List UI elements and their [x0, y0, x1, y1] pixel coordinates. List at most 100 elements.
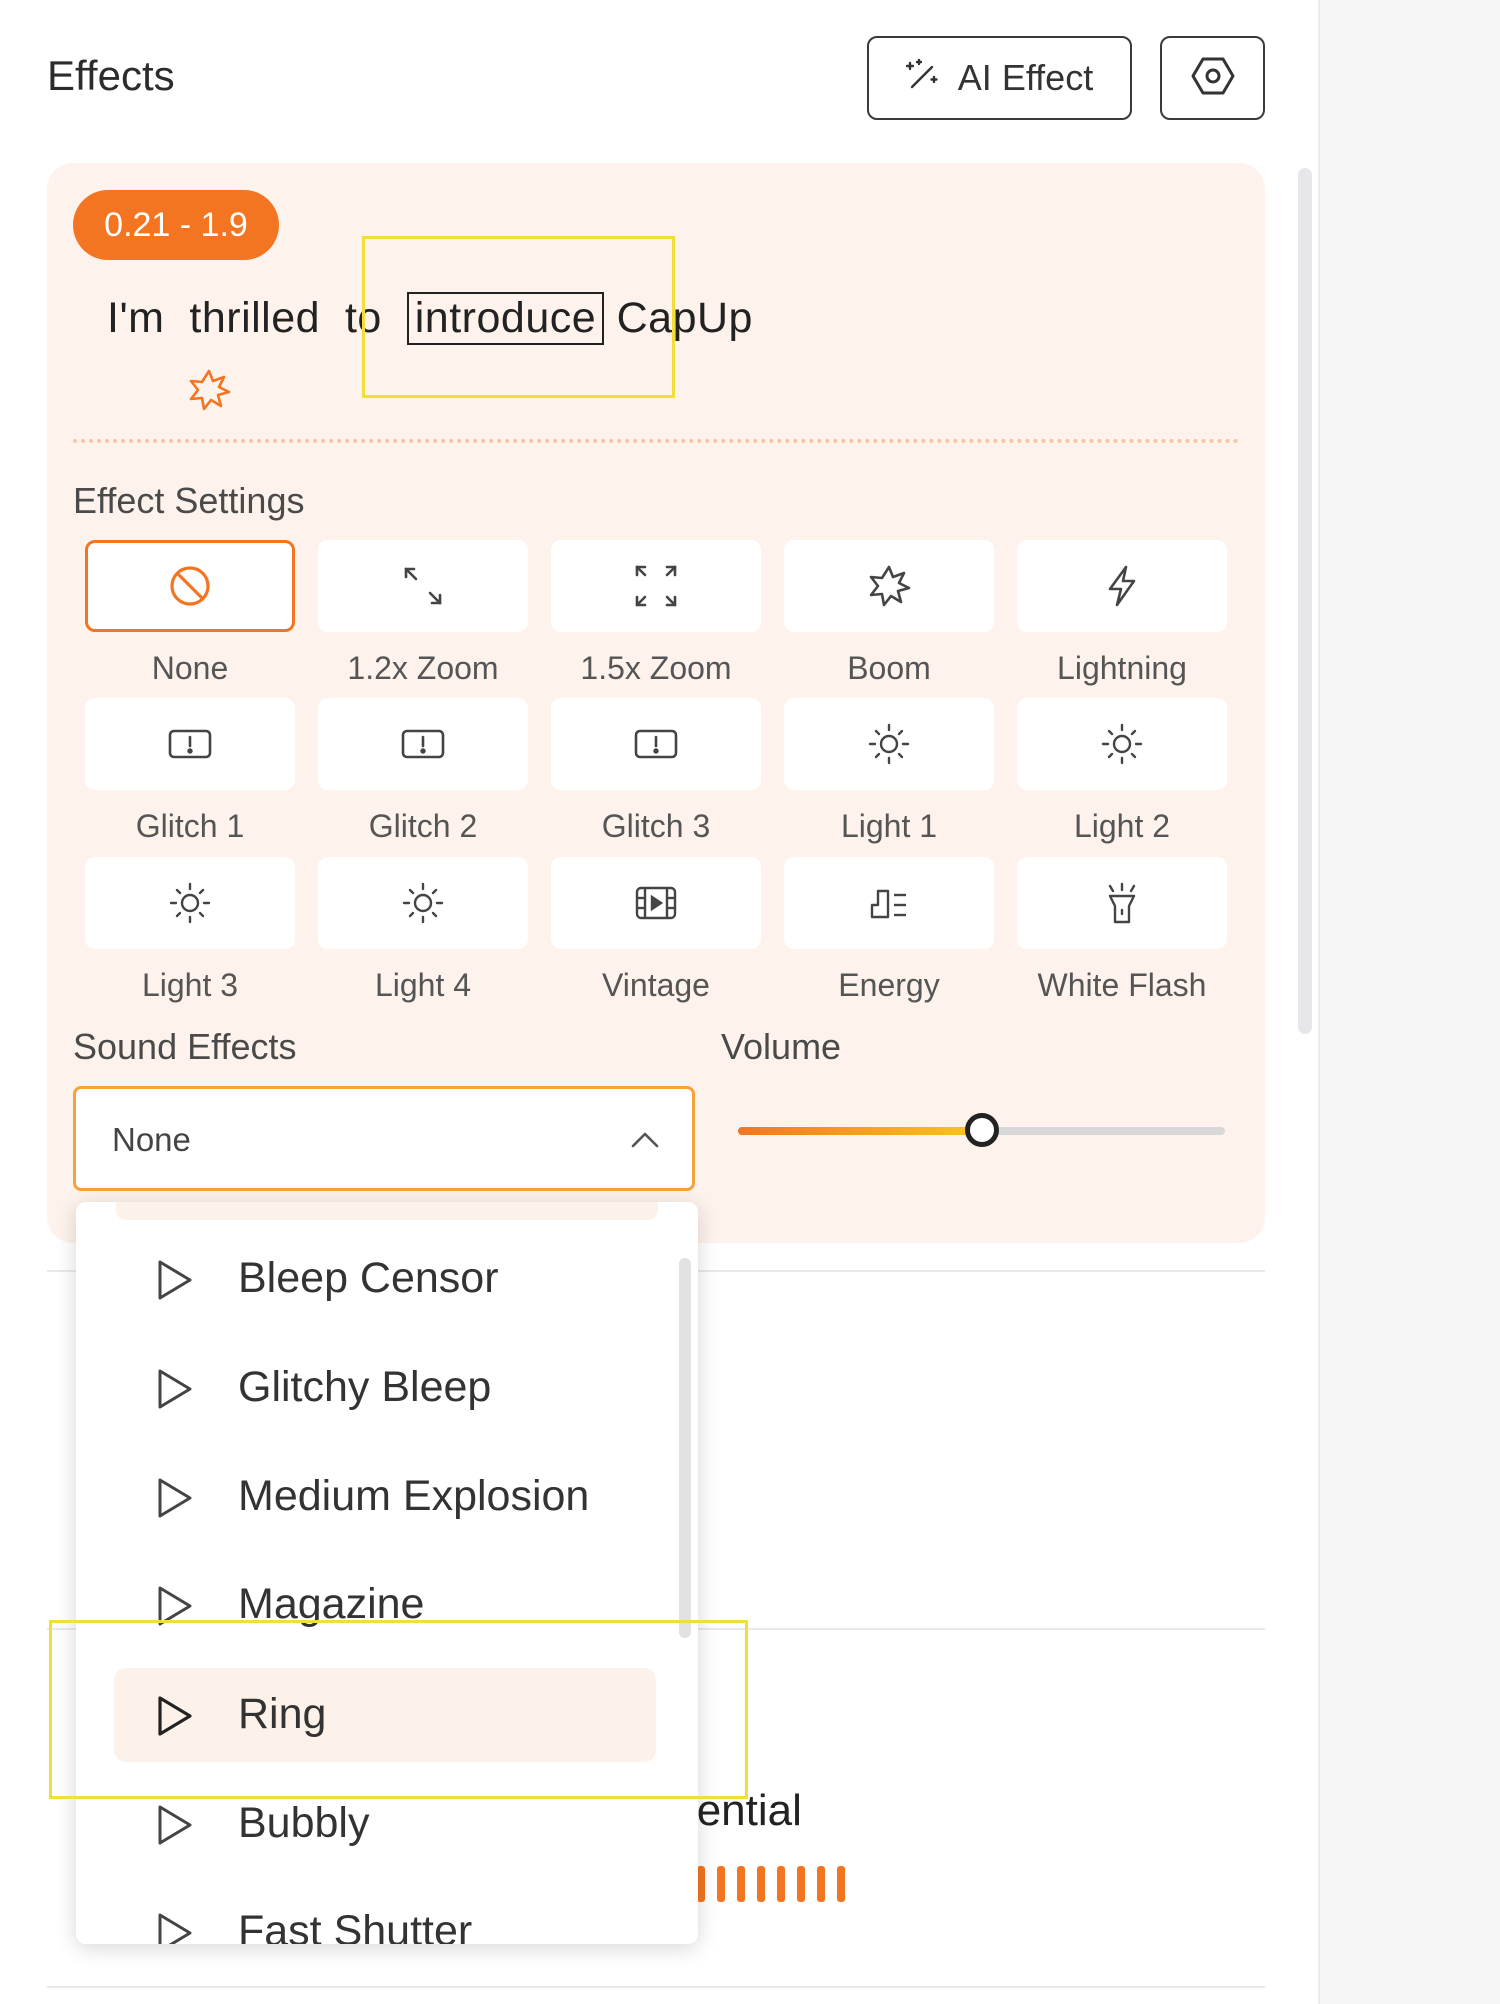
- effect-label: Light 2: [1073, 808, 1171, 844]
- highlight-ring-option: [49, 1620, 748, 1799]
- sound-option[interactable]: Glitchy Bleep: [114, 1341, 656, 1435]
- effect-glitch-3[interactable]: Glitch 3: [551, 698, 761, 845]
- ai-effect-label: AI Effect: [957, 57, 1094, 98]
- zoom-small-icon: [404, 567, 442, 605]
- effect-tile[interactable]: [1017, 857, 1227, 949]
- effect-tile[interactable]: [85, 857, 295, 949]
- effect-tile[interactable]: [551, 698, 761, 790]
- effect-light-3[interactable]: Light 3: [85, 857, 295, 1004]
- effect-lightning[interactable]: Lightning: [1017, 540, 1227, 687]
- sound-option-label: Bubbly: [238, 1799, 370, 1847]
- effect-tile[interactable]: [1017, 540, 1227, 632]
- glitch-icon: [168, 729, 212, 759]
- effect-label: None: [151, 650, 229, 686]
- dropdown-scrollbar[interactable]: [679, 1258, 691, 1638]
- panel-title: Effects: [47, 52, 175, 99]
- settings-button[interactable]: [1160, 36, 1265, 120]
- effect-glitch-1[interactable]: Glitch 1: [85, 698, 295, 845]
- film-icon: [635, 886, 677, 920]
- effect-glitch-2[interactable]: Glitch 2: [318, 698, 528, 845]
- effect-light-1[interactable]: Light 1: [784, 698, 994, 845]
- ai-effect-button[interactable]: AI Effect: [867, 36, 1132, 120]
- effect-tile[interactable]: [551, 540, 761, 632]
- caption-word[interactable]: I'm: [107, 294, 164, 343]
- effect-tile[interactable]: [318, 698, 528, 790]
- sound-option[interactable]: Medium Explosion: [114, 1450, 656, 1544]
- volume-slider-fill: [738, 1127, 982, 1135]
- effect-white-flash[interactable]: White Flash: [1017, 857, 1227, 1004]
- effect-boom[interactable]: Boom: [784, 540, 994, 687]
- sound-effects-label: Sound Effects: [73, 1026, 297, 1067]
- energy-icon: [870, 889, 906, 919]
- effect-label: Light 3: [141, 967, 239, 1003]
- effect-tile[interactable]: [551, 857, 761, 949]
- waveform-bar: [777, 1866, 785, 1902]
- effect-light-2[interactable]: Light 2: [1017, 698, 1227, 845]
- zoom-large-icon: [635, 565, 677, 607]
- volume-slider[interactable]: [738, 1113, 1225, 1147]
- effect-tile[interactable]: [318, 540, 528, 632]
- effect-tile[interactable]: [784, 698, 994, 790]
- highlight-caption-word: [362, 236, 675, 398]
- effect-label: Glitch 2: [368, 808, 478, 844]
- effect-tile[interactable]: [85, 540, 295, 632]
- flashlight-icon: [1108, 882, 1136, 924]
- effect-light-4[interactable]: Light 4: [318, 857, 528, 1004]
- effect-tile[interactable]: [318, 857, 528, 949]
- effect-label: Light 4: [374, 967, 472, 1003]
- effect-label: Glitch 3: [601, 808, 711, 844]
- sun-icon: [868, 723, 910, 765]
- right-panel-edge: [1318, 0, 1500, 2004]
- sound-option-label: Glitchy Bleep: [238, 1363, 492, 1411]
- sun-icon: [402, 882, 444, 924]
- dropdown-partial-item: [116, 1202, 658, 1220]
- waveform-bar: [757, 1866, 765, 1902]
- effect-tile[interactable]: [784, 540, 994, 632]
- play-icon[interactable]: [154, 1367, 196, 1416]
- effect-tile[interactable]: [784, 857, 994, 949]
- sound-option-label: Fast Shutter: [238, 1907, 473, 1944]
- sun-icon: [169, 882, 211, 924]
- effect-label: White Flash: [1037, 967, 1207, 1003]
- effect-vintage[interactable]: Vintage: [551, 857, 761, 1004]
- waveform-bar: [837, 1866, 845, 1902]
- sound-effect-select[interactable]: None: [73, 1086, 695, 1191]
- effect-label: Boom: [847, 650, 931, 686]
- effect-label: Energy: [838, 967, 940, 1003]
- effect-label: Light 1: [840, 808, 938, 844]
- lightning-icon: [1108, 565, 1136, 607]
- effect-tile[interactable]: [1017, 698, 1227, 790]
- play-icon[interactable]: [154, 1911, 196, 1944]
- effect-zoom-15[interactable]: 1.5x Zoom: [551, 540, 761, 687]
- sound-option-label: Medium Explosion: [238, 1472, 590, 1520]
- waveform-bar: [817, 1866, 825, 1902]
- sound-option[interactable]: Fast Shutter: [114, 1885, 656, 1944]
- effect-zoom-12[interactable]: 1.2x Zoom: [318, 540, 528, 687]
- glitch-icon: [634, 729, 678, 759]
- play-icon[interactable]: [154, 1476, 196, 1525]
- sound-effect-value: None: [112, 1121, 191, 1158]
- play-icon[interactable]: [154, 1258, 196, 1307]
- background-waveform: [697, 1866, 845, 1902]
- sound-option[interactable]: Bleep Censor: [114, 1232, 656, 1326]
- volume-slider-thumb[interactable]: [964, 1113, 999, 1147]
- effect-label: Vintage: [602, 967, 710, 1003]
- waveform-bar: [697, 1866, 705, 1902]
- waveform-bar: [717, 1866, 725, 1902]
- effect-energy[interactable]: Energy: [784, 857, 994, 1004]
- play-icon[interactable]: [154, 1803, 196, 1852]
- waveform-bar: [797, 1866, 805, 1902]
- burst-icon: [869, 565, 911, 607]
- magic-wand-icon: [905, 57, 940, 100]
- effect-none[interactable]: None: [85, 540, 295, 687]
- glitch-icon: [401, 729, 445, 759]
- volume-label: Volume: [721, 1026, 842, 1067]
- panel-scrollbar[interactable]: [1298, 168, 1312, 1034]
- section-divider: [47, 1986, 1265, 1988]
- caption-word[interactable]: thrilled: [189, 294, 320, 343]
- effect-tile[interactable]: [85, 698, 295, 790]
- effect-settings-label: Effect Settings: [73, 480, 305, 521]
- effect-label: 1.5x Zoom: [580, 650, 732, 686]
- waveform-bar: [737, 1866, 745, 1902]
- burst-icon: [187, 368, 231, 417]
